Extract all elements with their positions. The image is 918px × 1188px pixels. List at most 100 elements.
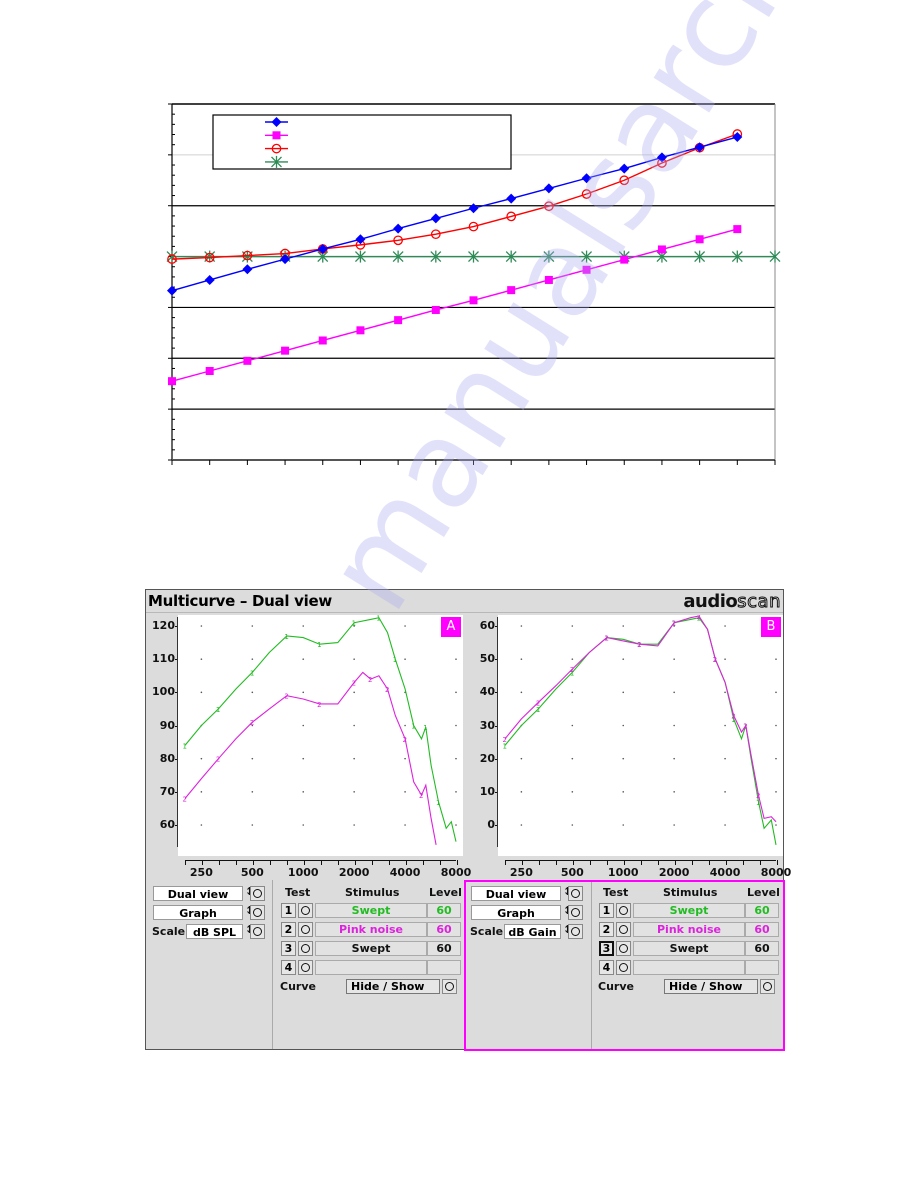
stimulus-field[interactable]: Swept	[633, 903, 745, 918]
display-select-b[interactable]: Graph	[471, 905, 561, 920]
test-number-button[interactable]: 3	[281, 941, 296, 956]
curve-marker: 1	[216, 706, 220, 714]
test-number-button[interactable]: 1	[599, 903, 614, 918]
x-tick	[320, 860, 322, 865]
series-asterisk	[166, 250, 781, 263]
curve-marker: 2	[317, 701, 321, 709]
x-tick	[708, 860, 710, 865]
test-number-button[interactable]: 2	[281, 922, 296, 937]
curve-marker: 2	[250, 719, 254, 727]
scale-button-a[interactable]	[250, 924, 265, 939]
hide-show-button-a[interactable]: Hide / Show	[346, 979, 440, 994]
test-toggle-button[interactable]	[298, 903, 313, 918]
test-toggle-button[interactable]	[298, 922, 313, 937]
stimulus-field[interactable]: Pink noise	[633, 922, 745, 937]
test-number-button[interactable]: 2	[599, 922, 614, 937]
y-tick-label: 80	[159, 751, 175, 765]
curve-label: Curve	[598, 980, 634, 993]
grid-dot	[622, 791, 625, 793]
level-field[interactable]: 60	[427, 941, 461, 956]
grid-dot	[455, 724, 457, 727]
curve-marker: 2	[604, 635, 608, 643]
test-toggle-button[interactable]	[298, 941, 313, 956]
level-field[interactable]: 60	[745, 922, 779, 937]
x-tick	[286, 860, 288, 865]
stimulus-field[interactable]: Swept	[315, 941, 427, 956]
grid-dot	[200, 625, 203, 627]
data-point-square	[657, 245, 666, 254]
y-tick-label: 60	[159, 818, 175, 831]
scale-select-b[interactable]: dB Gain	[504, 924, 561, 939]
scale-select-a[interactable]: dB SPL	[186, 924, 243, 939]
level-field[interactable]: 60	[427, 903, 461, 918]
view-b-badge[interactable]: B	[761, 617, 781, 637]
grid-dot	[520, 757, 523, 760]
x-tick	[742, 860, 744, 865]
curve-marker: 1	[393, 656, 397, 664]
data-point-square	[356, 326, 365, 335]
grid-dot	[622, 691, 625, 694]
data-point-square	[695, 235, 704, 244]
grid-dot	[520, 658, 523, 660]
top-line-chart	[166, 103, 781, 465]
divider	[272, 880, 273, 1049]
data-point-square	[507, 286, 516, 295]
stimulus-field[interactable]: Swept	[315, 903, 427, 918]
test-number-button[interactable]: 1	[281, 903, 296, 918]
view-mode-select-b[interactable]: Dual view	[471, 886, 561, 901]
display-button-a[interactable]	[250, 905, 265, 920]
test-toggle-button[interactable]	[616, 941, 631, 956]
header-level: Level	[747, 886, 780, 899]
test-toggle-button[interactable]	[616, 960, 631, 975]
y-axis	[177, 617, 178, 847]
grid-dot	[571, 791, 574, 793]
test-toggle-button[interactable]	[616, 922, 631, 937]
x-tick-label: 8000	[760, 866, 792, 879]
header-stimulus: Stimulus	[345, 886, 400, 899]
test-toggle-button[interactable]	[298, 960, 313, 975]
y-tick-label: 30	[479, 718, 495, 732]
scale-button-b[interactable]	[568, 924, 583, 939]
view-a-badge[interactable]: A	[441, 617, 461, 637]
level-field[interactable]: 60	[427, 922, 461, 937]
panel-title: Multicurve – Dual view	[148, 592, 332, 610]
grid-dot	[775, 658, 777, 660]
data-point-square	[281, 346, 290, 355]
series-square	[168, 225, 742, 386]
grid-dot	[302, 791, 305, 793]
hide-show-button-b[interactable]: Hide / Show	[664, 979, 758, 994]
stimulus-field[interactable]	[315, 960, 427, 975]
data-point-square	[544, 275, 553, 284]
test-number-button[interactable]: 3	[599, 941, 614, 956]
test-number-button[interactable]: 4	[599, 960, 614, 975]
curve-line	[184, 671, 437, 846]
grid-dot	[724, 757, 726, 760]
view-mode-button-a[interactable]	[250, 886, 265, 901]
data-point-square	[431, 305, 440, 314]
grid-dot	[302, 625, 305, 627]
level-field[interactable]	[427, 960, 461, 975]
curve-button-a[interactable]	[442, 979, 457, 994]
test-number-button[interactable]: 4	[281, 960, 296, 975]
stimulus-field[interactable]: Swept	[633, 941, 745, 956]
view-mode-button-b[interactable]	[568, 886, 583, 901]
data-point-square	[394, 316, 403, 325]
grid-dot	[724, 824, 726, 826]
display-select-a[interactable]: Graph	[153, 905, 243, 920]
test-toggle-button[interactable]	[616, 903, 631, 918]
grid-dot	[775, 724, 777, 727]
level-field[interactable]: 60	[745, 903, 779, 918]
display-button-b[interactable]	[568, 905, 583, 920]
level-field[interactable]	[745, 960, 779, 975]
data-point-diamond	[468, 203, 479, 214]
level-field[interactable]: 60	[745, 941, 779, 956]
x-tick	[235, 860, 237, 865]
stimulus-field[interactable]	[633, 960, 745, 975]
grid-dot	[622, 658, 625, 660]
curve-button-b[interactable]	[760, 979, 775, 994]
view-mode-select-a[interactable]: Dual view	[153, 886, 243, 901]
data-point-diamond	[167, 285, 177, 296]
stimulus-field[interactable]: Pink noise	[315, 922, 427, 937]
x-tick	[405, 860, 407, 865]
grid-dot	[302, 691, 305, 694]
